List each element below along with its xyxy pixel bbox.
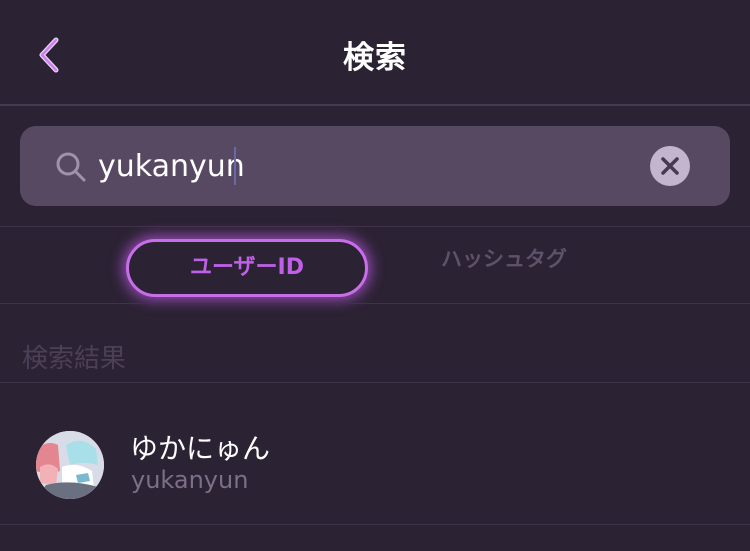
page-title: 検索: [343, 40, 407, 76]
search-field[interactable]: [20, 126, 730, 206]
results-section-label: 検索結果: [22, 344, 127, 374]
divider: [0, 524, 750, 525]
result-user-id: yukanyun: [131, 466, 249, 494]
avatar: [36, 431, 104, 499]
list-item[interactable]: ゆかにゅん yukanyun: [0, 384, 750, 524]
tab-user-id[interactable]: ユーザーID: [126, 239, 368, 297]
text-caret: [234, 147, 236, 185]
divider: [0, 226, 750, 227]
header: 検索: [0, 0, 750, 106]
divider: [0, 382, 750, 383]
result-display-name: ゆかにゅん: [130, 432, 271, 465]
search-icon: [54, 150, 88, 184]
divider: [0, 303, 750, 304]
tab-hashtag[interactable]: ハッシュタグ: [404, 243, 604, 277]
search-input[interactable]: [98, 138, 658, 194]
search-screen: 検索 ユーザーID ハッシュタグ 検索結果: [0, 0, 750, 551]
clear-search-button[interactable]: [650, 146, 690, 186]
